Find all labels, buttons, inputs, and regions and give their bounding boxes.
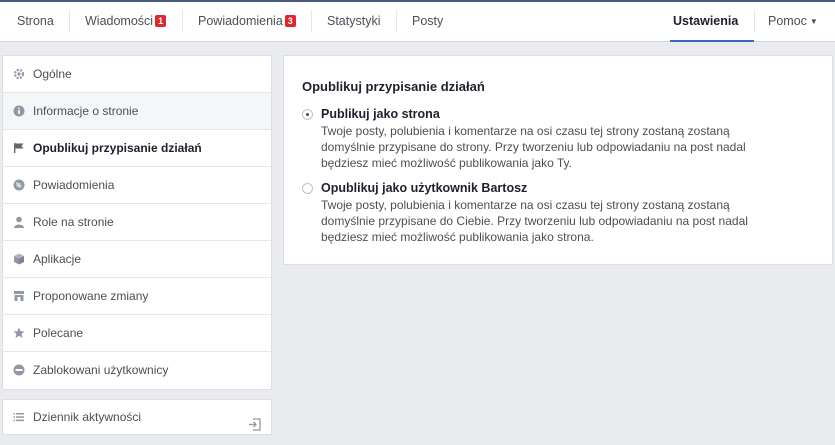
tab-label: Statystyki [327, 14, 381, 28]
exit-icon [248, 410, 261, 444]
tab-label: Wiadomości [85, 14, 154, 28]
tab-label: Powiadomienia [198, 14, 283, 28]
tab-label: Ustawienia [673, 14, 739, 28]
page-top-nav: Strona Wiadomości 1 Powiadomienia 3 Statys… [0, 0, 835, 42]
sidebar-item-label: Ogólne [33, 67, 72, 81]
sidebar-item-label: Opublikuj przypisanie działań [33, 141, 202, 155]
option-description: Twoje posty, polubienia i komentarze na … [321, 198, 748, 244]
option-description: Twoje posty, polubienia i komentarze na … [321, 124, 746, 170]
tab-label: Strona [17, 14, 54, 28]
sidebar-item-label: Aplikacje [33, 252, 82, 266]
option-label: Opublikuj jako użytkownik Bartosz [321, 181, 528, 195]
nav-divider [754, 10, 755, 32]
sidebar-item-proponowane-zmiany[interactable]: Proponowane zmiany [3, 278, 271, 315]
sidebar-item-powiadomienia[interactable]: Powiadomienia [3, 167, 271, 204]
tab-powiadomienia[interactable]: Powiadomienia 3 [183, 2, 312, 42]
radio-publish-as-user[interactable] [302, 183, 313, 194]
sidebar-item-label: Proponowane zmiany [33, 289, 149, 303]
sidebar-item-label: Powiadomienia [33, 178, 115, 192]
star-icon [13, 327, 25, 339]
store-icon [13, 290, 25, 302]
sidebar-item-label: Dziennik aktywności [33, 410, 142, 424]
sidebar-item-role[interactable]: Role na stronie [3, 204, 271, 241]
tab-label: Pomoc [768, 14, 807, 28]
notification-badge: 1 [155, 15, 167, 27]
tab-ustawienia[interactable]: Ustawienia [670, 2, 754, 42]
cube-icon [13, 253, 25, 265]
sidebar-item-label: Informacje o stronie [33, 104, 139, 118]
gear-icon [13, 68, 25, 80]
publish-attribution-panel: Opublikuj przypisanie działań Publikuj j… [283, 55, 833, 265]
blocked-icon [13, 364, 25, 376]
sidebar-item-dziennik[interactable]: Dziennik aktywności [3, 400, 271, 434]
sidebar-item-polecane[interactable]: Polecane [3, 315, 271, 352]
radio-publish-as-page[interactable] [302, 109, 313, 120]
sidebar-item-label: Role na stronie [33, 215, 114, 229]
help-menu[interactable]: Pomoc ▼ [768, 2, 828, 42]
sidebar-item-label: Zablokowani użytkownicy [33, 363, 169, 377]
activity-log-box: Dziennik aktywności [2, 399, 272, 435]
tab-wiadomosci[interactable]: Wiadomości 1 [70, 2, 183, 42]
sidebar-item-ogolne[interactable]: Ogólne [3, 56, 271, 93]
tab-statystyki[interactable]: Statystyki [312, 2, 397, 42]
sidebar-item-zablokowani[interactable]: Zablokowani użytkownicy [3, 352, 271, 389]
sidebar-item-informacje[interactable]: Informacje o stronie [3, 93, 271, 130]
option-label: Publikuj jako strona [321, 107, 440, 121]
sidebar-item-publish-attribution[interactable]: Opublikuj przypisanie działań [3, 130, 271, 167]
person-icon [13, 216, 25, 228]
panel-title: Opublikuj przypisanie działań [302, 79, 485, 94]
sidebar-item-aplikacje[interactable]: Aplikacje [3, 241, 271, 278]
flag-icon [13, 142, 25, 154]
sidebar-item-label: Polecane [33, 326, 84, 340]
notification-badge: 3 [284, 15, 296, 27]
tab-label: Posty [412, 14, 444, 28]
settings-sidebar: Ogólne Informacje o stronie Opublikuj pr… [2, 55, 272, 390]
list-icon [13, 411, 25, 423]
tab-posty[interactable]: Posty [397, 2, 467, 42]
tab-strona[interactable]: Strona [0, 2, 70, 42]
globe-icon [13, 179, 25, 191]
chevron-down-icon: ▼ [809, 17, 818, 26]
info-icon [13, 105, 25, 117]
